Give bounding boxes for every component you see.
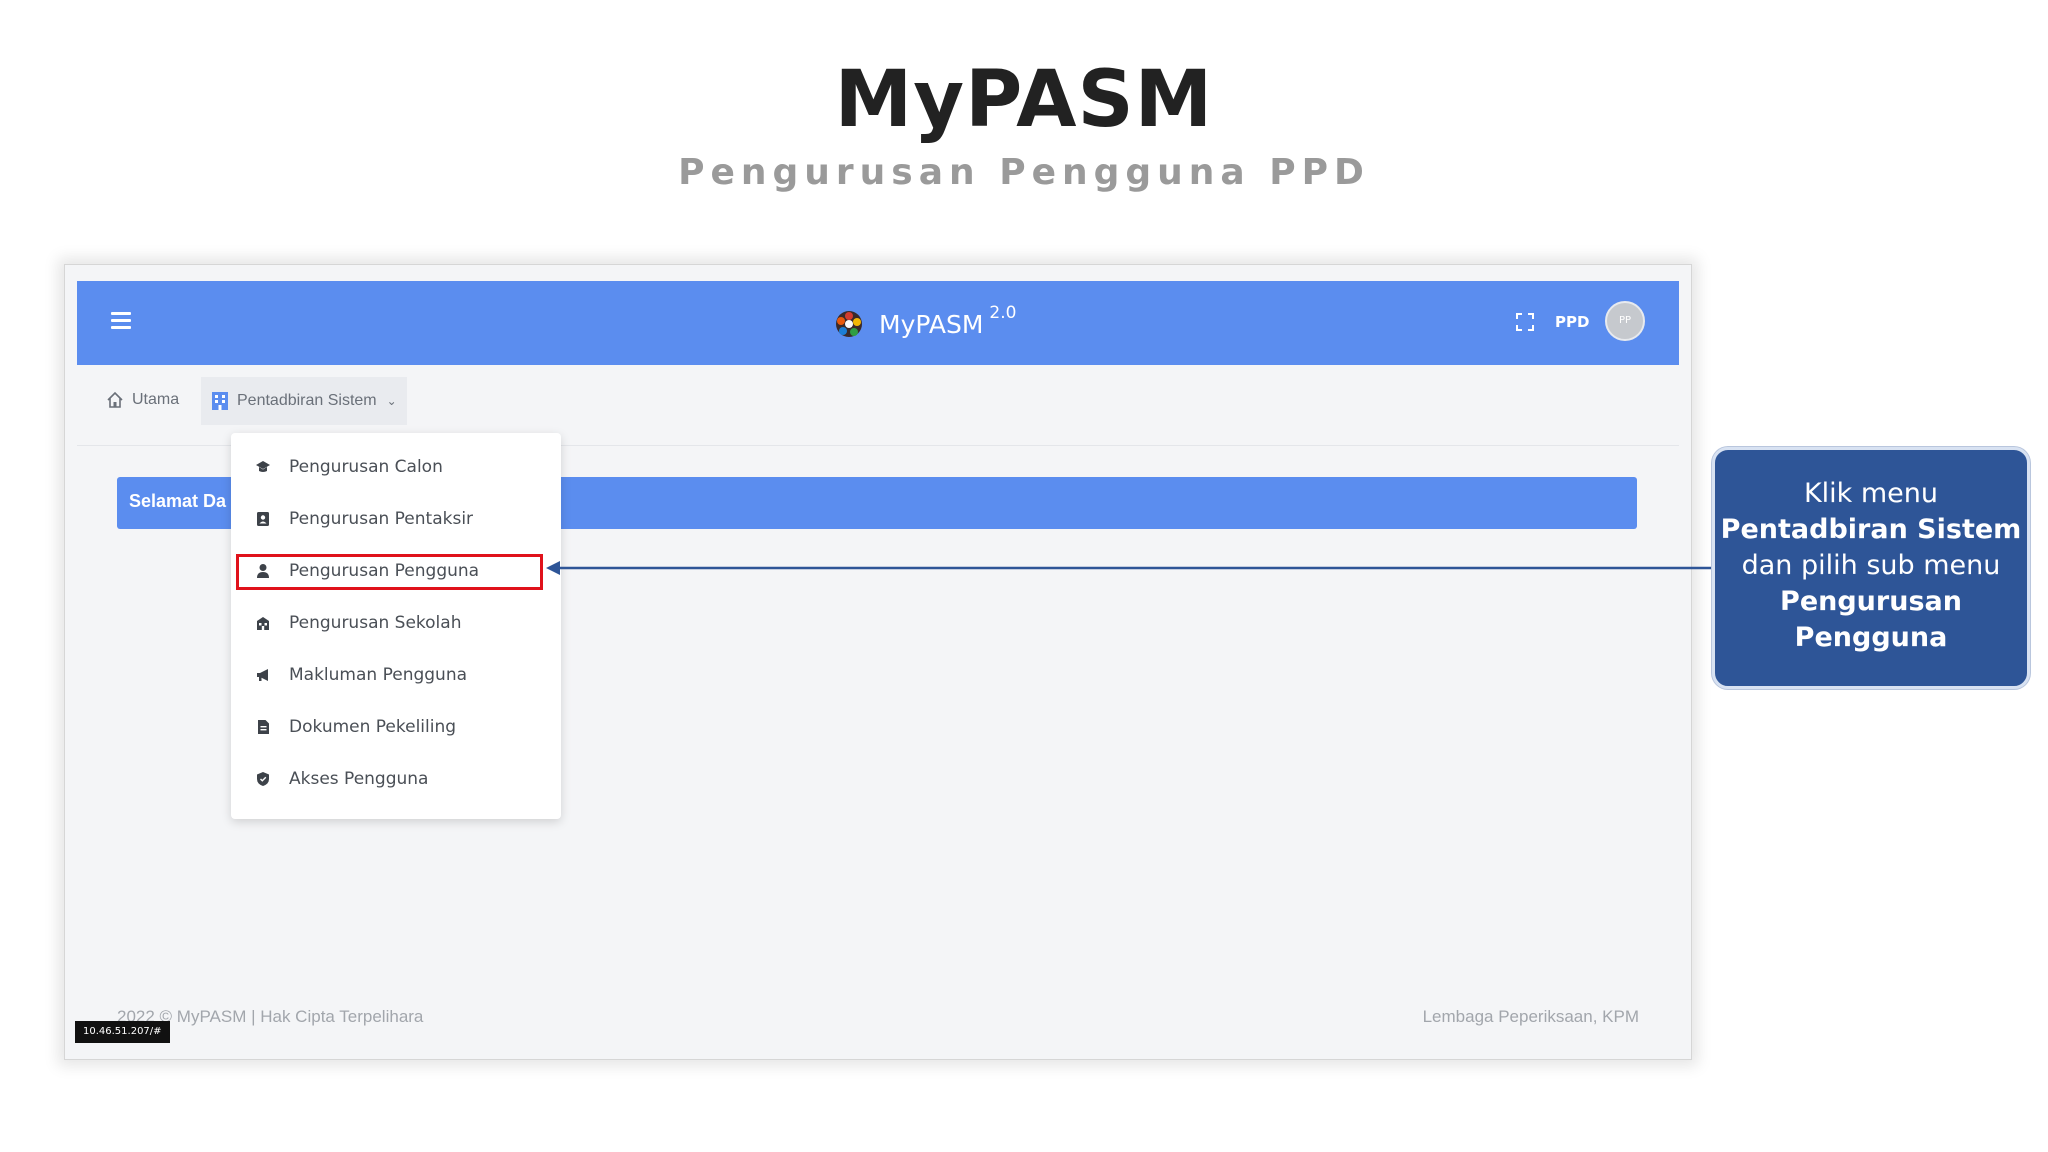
id-badge-icon (255, 511, 271, 527)
breadcrumb-admin-label: Pentadbiran Sistem (237, 392, 377, 409)
chevron-down-icon: ⌄ (386, 394, 397, 408)
status-url: 10.46.51.207/# (75, 1021, 170, 1043)
brand-version: 2.0 (989, 303, 1017, 323)
menu-item-pengurusan-calon[interactable]: Pengurusan Calon (231, 441, 561, 493)
top-navbar: MyPASM 2.0 PPD PP (77, 281, 1679, 365)
welcome-text: Selamat Da (129, 491, 227, 511)
app-logo-icon (836, 311, 862, 337)
callout-bold-menu: Pentadbiran Sistem (1720, 514, 2022, 545)
brand[interactable]: MyPASM 2.0 (833, 299, 1016, 349)
home-icon (107, 391, 123, 408)
document-icon (255, 719, 271, 735)
selected-menu-highlight (236, 554, 543, 590)
slide-subtitle: Pengurusan Pengguna PPD (678, 152, 1370, 193)
menu-item-dokumen-pekeliling[interactable]: Dokumen Pekeliling (231, 701, 561, 753)
callout-text-2: dan pilih sub menu (1741, 550, 2001, 581)
breadcrumb-pentadbiran-sistem[interactable]: Pentadbiran Sistem ⌄ (201, 377, 407, 425)
callout-bold-submenu: Pengurusan Pengguna (1780, 586, 1962, 653)
breadcrumb-home[interactable]: Utama (106, 391, 179, 409)
pentadbiran-sistem-dropdown: Pengurusan Calon Pengurusan Pentaksir Pe… (231, 433, 561, 819)
callout-text-1: Klik menu (1803, 478, 1939, 509)
app-screenshot-frame: MyPASM 2.0 PPD PP Utama Pentadbiran Sist… (64, 264, 1692, 1060)
megaphone-icon (255, 667, 271, 683)
school-icon (255, 615, 271, 631)
menu-item-pengurusan-sekolah[interactable]: Pengurusan Sekolah (231, 597, 561, 649)
brand-name: MyPASM (879, 309, 984, 339)
shield-icon (255, 771, 271, 787)
menu-item-pengurusan-pentaksir[interactable]: Pengurusan Pentaksir (231, 493, 561, 545)
avatar[interactable]: PP (1605, 301, 1645, 341)
menu-item-makluman-pengguna[interactable]: Makluman Pengguna (231, 649, 561, 701)
footer-organization: Lembaga Peperiksaan, KPM (1422, 1007, 1639, 1026)
menu-toggle-icon[interactable] (111, 312, 131, 330)
building-icon (212, 392, 228, 410)
breadcrumb-home-label: Utama (132, 391, 180, 408)
instruction-callout: Klik menu Pentadbiran Sistem dan pilih s… (1712, 447, 2030, 689)
user-code: PPD (1555, 313, 1590, 331)
graduation-cap-icon (255, 459, 271, 475)
menu-item-akses-pengguna[interactable]: Akses Pengguna (231, 753, 561, 805)
fullscreen-icon[interactable] (1515, 312, 1535, 332)
slide-title: MyPASM (834, 55, 1214, 145)
